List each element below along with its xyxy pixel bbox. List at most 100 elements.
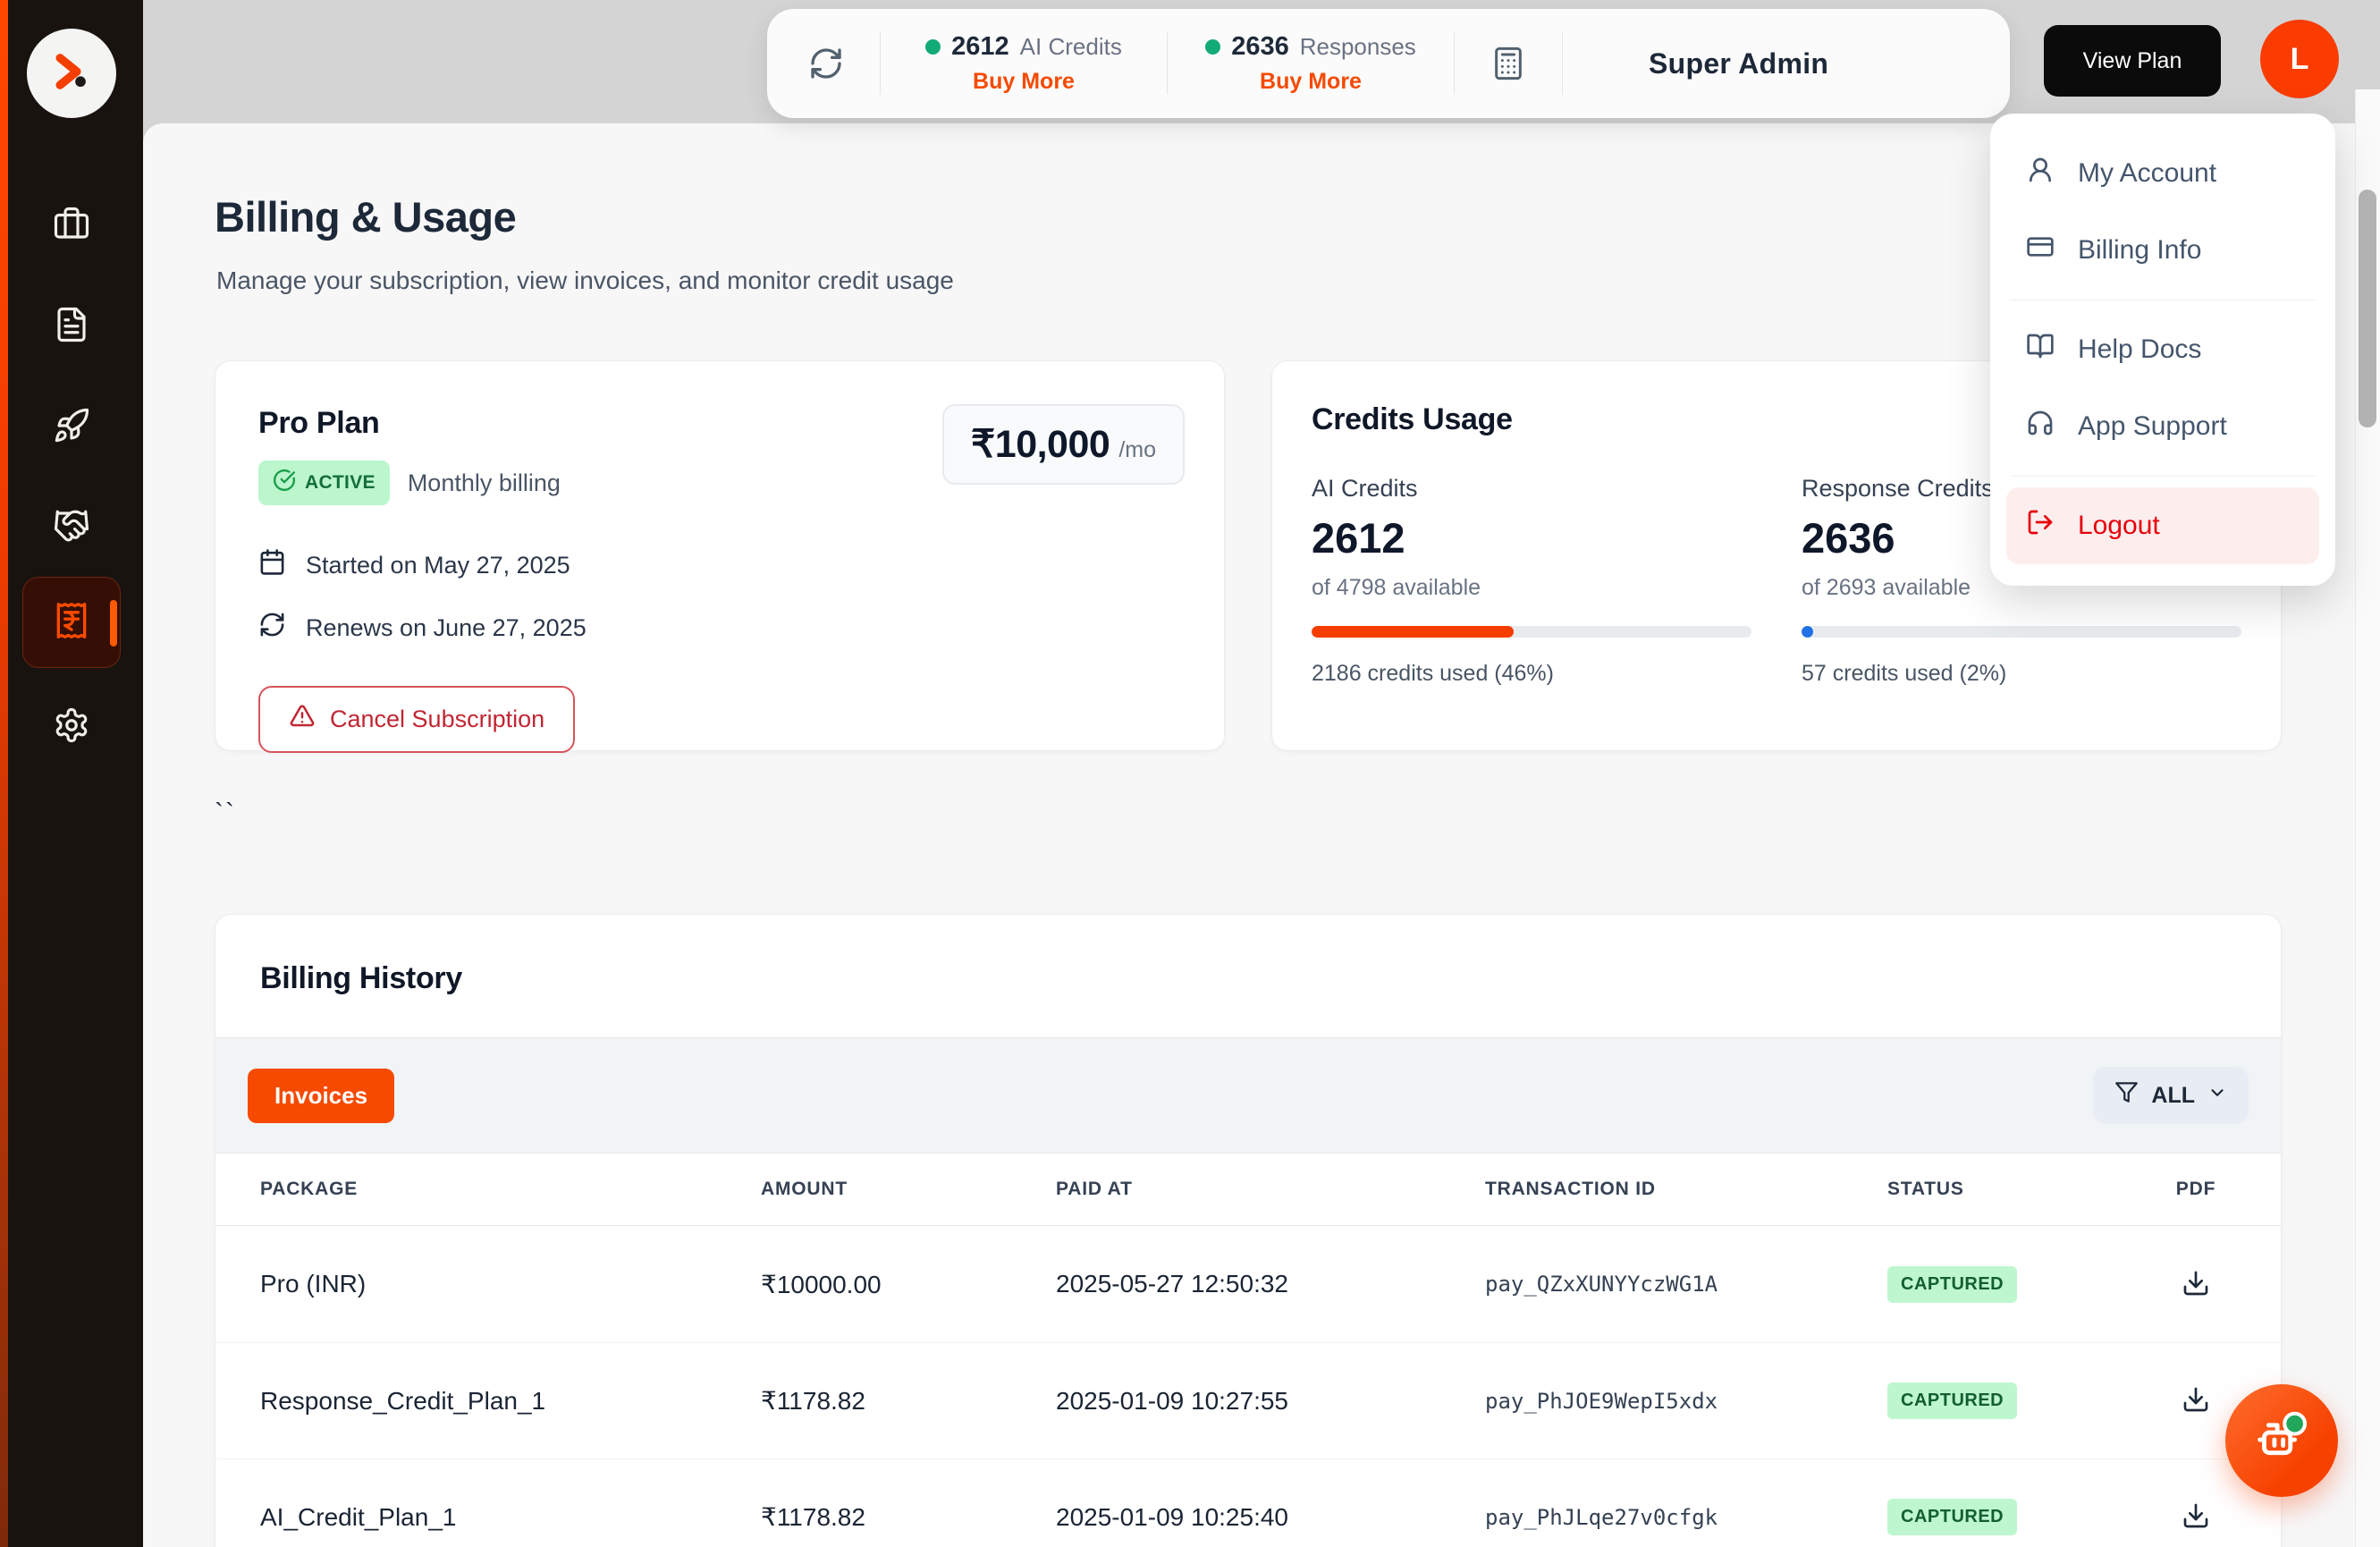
cell-transaction-id: pay_PhJOE9WepI5xdx [1485, 1389, 1887, 1414]
cell-paid-at: 2025-01-09 10:25:40 [1056, 1503, 1485, 1532]
sidebar-item-billing-active[interactable] [22, 577, 121, 668]
plan-start-row: Started on May 27, 2025 [258, 548, 1181, 582]
cell-package: Response_Credit_Plan_1 [260, 1387, 761, 1416]
invoices-tab-button[interactable]: Invoices [248, 1069, 394, 1123]
buy-more-ai-credits-link[interactable]: Buy More [973, 69, 1075, 95]
ai-credits-progress-fill [1312, 626, 1514, 638]
ai-credits-col-value: 2612 [1312, 513, 1751, 562]
download-icon [2182, 1403, 2210, 1416]
response-credits-caption: 57 credits used (2%) [1802, 661, 2241, 687]
cancel-subscription-button[interactable]: Cancel Subscription [258, 686, 575, 753]
menu-item-logout[interactable]: Logout [2006, 487, 2319, 564]
menu-item-app-support[interactable]: App Support [2006, 388, 2319, 465]
rocket-icon [53, 407, 90, 449]
sidebar-item-workspace[interactable] [0, 199, 143, 253]
status-badge-label: ACTIVE [305, 472, 376, 494]
receipt-rupee-icon [52, 601, 91, 645]
plan-price-box: ₹10,000 /mo [942, 404, 1185, 485]
divider [1454, 32, 1455, 95]
sidebar-item-partners[interactable] [0, 501, 143, 554]
user-dropdown-menu: My Account Billing Info Help Docs [1990, 114, 2335, 586]
download-pdf-button[interactable] [2178, 1382, 2214, 1420]
col-header-transaction-id: TRANSACTION ID [1485, 1179, 1887, 1200]
chevron-down-icon [2207, 1083, 2227, 1109]
status-filter-dropdown[interactable]: ALL [2093, 1067, 2249, 1124]
view-plan-button[interactable]: View Plan [2044, 25, 2221, 97]
sidebar-item-documents[interactable] [0, 300, 143, 353]
menu-item-help-docs[interactable]: Help Docs [2006, 311, 2319, 388]
logout-icon [2026, 508, 2055, 544]
ai-credits-label: AI Credits [1020, 33, 1122, 61]
admin-role-label: Super Admin [1649, 47, 1828, 80]
green-dot-icon [1205, 39, 1220, 55]
cell-transaction-id: pay_QZxXUNYYczWG1A [1485, 1272, 1887, 1297]
sidebar [0, 0, 143, 1547]
table-row: AI_Credit_Plan_1 ₹1178.82 2025-01-09 10:… [215, 1458, 2281, 1547]
chatbot-fab-button[interactable] [2225, 1384, 2338, 1497]
pro-plan-card: Pro Plan ACTIVE Monthly billing ₹10,000 … [215, 360, 1225, 751]
credit-card-icon [2026, 232, 2055, 268]
sidebar-item-settings[interactable] [0, 700, 143, 754]
table-header-row: PACKAGE AMOUNT PAID AT TRANSACTION ID ST… [215, 1154, 2281, 1226]
plan-price: ₹10,000 [971, 422, 1110, 467]
ai-credits-col-label: AI Credits [1312, 475, 1751, 503]
app-logo[interactable] [27, 29, 116, 118]
chevron-logo-icon [46, 46, 97, 101]
active-indicator-bar [110, 600, 117, 647]
status-badge-captured: CAPTURED [1887, 1382, 2017, 1419]
buy-more-responses-link[interactable]: Buy More [1260, 69, 1362, 95]
responses-group: 2636 Responses Buy More [1203, 32, 1418, 95]
download-pdf-button[interactable] [2178, 1498, 2214, 1536]
app-screen: 2612 AI Credits Buy More 2636 Responses … [0, 0, 2380, 1547]
cell-amount: ₹1178.82 [761, 1386, 1056, 1416]
ai-credits-available: of 4798 available [1312, 575, 1751, 601]
col-header-package: PACKAGE [260, 1179, 761, 1200]
scrollbar-track[interactable] [2355, 89, 2380, 1547]
user-avatar[interactable]: L [2260, 20, 2339, 98]
ai-credits-progress-track [1312, 626, 1751, 638]
status-filter-value: ALL [2151, 1083, 2195, 1109]
stray-backticks-text: `` [215, 799, 236, 829]
sidebar-item-launch[interactable] [0, 401, 143, 454]
menu-item-label: My Account [2078, 158, 2216, 189]
robot-icon [2247, 1405, 2317, 1477]
menu-item-my-account[interactable]: My Account [2006, 135, 2319, 212]
billing-history-title: Billing History [260, 961, 2236, 996]
divider [880, 32, 881, 95]
scrollbar-thumb[interactable] [2359, 190, 2376, 427]
page-subtitle: Manage your subscription, view invoices,… [216, 266, 954, 295]
ai-credits-caption: 2186 credits used (46%) [1312, 661, 1751, 687]
status-badge-captured: CAPTURED [1887, 1499, 2017, 1535]
col-header-status: STATUS [1887, 1179, 2156, 1200]
cell-package: Pro (INR) [260, 1270, 761, 1298]
cell-transaction-id: pay_PhJLqe27v0cfgk [1485, 1505, 1887, 1530]
menu-item-label: Billing Info [2078, 235, 2201, 266]
menu-item-billing-info[interactable]: Billing Info [2006, 212, 2319, 289]
funnel-icon [2114, 1080, 2139, 1111]
billing-cycle-label: Monthly billing [408, 469, 561, 497]
responses-value: 2636 [1231, 32, 1289, 62]
book-open-icon [2026, 332, 2055, 368]
col-header-pdf: PDF [2156, 1179, 2236, 1200]
briefcase-icon [53, 206, 90, 248]
cell-paid-at: 2025-05-27 12:50:32 [1056, 1270, 1485, 1298]
cell-amount: ₹10000.00 [761, 1270, 1056, 1299]
divider [1562, 32, 1563, 95]
renew-refresh-icon [258, 611, 286, 645]
response-credits-progress-fill [1802, 626, 1813, 638]
status-badge: ACTIVE [258, 461, 390, 505]
response-credits-progress-track [1802, 626, 2241, 638]
page-title: Billing & Usage [215, 192, 516, 241]
menu-item-label: App Support [2078, 411, 2227, 442]
download-pdf-button[interactable] [2178, 1265, 2214, 1304]
menu-item-label: Logout [2078, 511, 2160, 541]
warning-triangle-icon [289, 703, 316, 736]
cancel-subscription-label: Cancel Subscription [330, 706, 544, 733]
calculator-icon[interactable] [1490, 46, 1526, 81]
ai-credits-column: AI Credits 2612 of 4798 available 2186 c… [1312, 475, 1751, 687]
refresh-icon[interactable] [808, 46, 844, 81]
status-badge-captured: CAPTURED [1887, 1266, 2017, 1303]
green-dot-icon [925, 39, 941, 55]
download-icon [2182, 1287, 2210, 1300]
cell-package: AI_Credit_Plan_1 [260, 1503, 761, 1532]
